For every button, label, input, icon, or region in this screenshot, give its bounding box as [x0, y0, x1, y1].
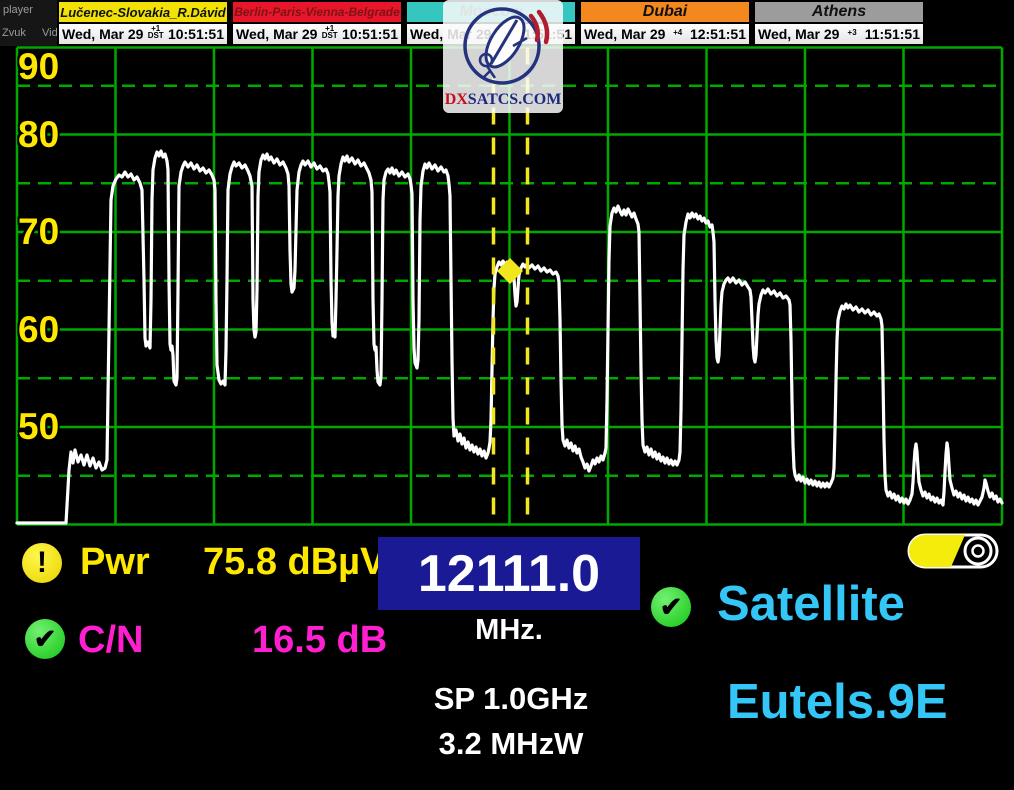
clock-date: Wed, Mar 29	[62, 26, 143, 42]
clock-timezone: +1 DST	[148, 25, 164, 39]
clock-city-label: Athens	[755, 2, 923, 24]
y-axis-label-70: 70	[18, 213, 59, 250]
satellite-label: Satellite	[717, 580, 905, 629]
clock-berlin: Berlin-Paris-Vienna-Belgrade Wed, Mar 29…	[231, 0, 403, 46]
y-axis-label-90: 90	[18, 48, 59, 85]
span-readout: SP 1.0GHz	[380, 683, 642, 714]
clock-city-label: Dubai	[581, 2, 749, 24]
clock-city-label: Lučenec-Slovakia_R.Dávid	[59, 2, 227, 24]
clock-lucenec: Lučenec-Slovakia_R.Dávid Wed, Mar 29 +1 …	[57, 0, 229, 46]
clock-timezone: +1 DST	[322, 25, 338, 39]
warning-icon: !	[22, 543, 62, 583]
clock-dubai: Dubai Wed, Mar 29 +4 12:51:51	[579, 0, 751, 46]
clock-hms: 10:51:51	[342, 26, 398, 42]
background-menu: player Zvuk Vid	[0, 0, 57, 46]
clock-city-label: Berlin-Paris-Vienna-Belgrade	[233, 2, 401, 24]
clock-time: Wed, Mar 29 +3 11:51:51	[755, 24, 923, 44]
clock-timezone: +4	[673, 29, 682, 36]
cn-label: C/N	[78, 621, 143, 659]
cn-ok-check-icon: ✔	[25, 619, 65, 659]
power-label: Pwr	[80, 543, 150, 581]
satellite-dish-icon	[443, 0, 563, 92]
clock-athens: Athens Wed, Mar 29 +3 11:51:51	[753, 0, 925, 46]
clock-hms: 10:51:51	[168, 26, 224, 42]
satellite-ok-check-icon: ✔	[651, 587, 691, 627]
cn-value: 16.5 dB	[252, 621, 387, 659]
menu-item-player[interactable]: player	[3, 4, 33, 16]
logo-text: DXSATCS.COM	[443, 91, 563, 109]
clock-time: Wed, Mar 29 +4 12:51:51	[581, 24, 749, 44]
y-axis-label-60: 60	[18, 311, 59, 348]
frequency-field[interactable]: 12111.0	[378, 537, 640, 610]
menu-item-sound[interactable]: Zvuk	[2, 27, 26, 39]
clock-hms: 11:51:51	[865, 26, 920, 42]
clock-date: Wed, Mar 29	[236, 26, 317, 42]
frequency-unit: MHz.	[378, 614, 640, 647]
y-axis-label-50: 50	[18, 408, 59, 445]
clock-timezone: +3	[848, 29, 857, 36]
bandwidth-readout: 3.2 MHzW	[380, 728, 642, 759]
clock-date: Wed, Mar 29	[584, 26, 665, 42]
clock-hms: 12:51:51	[690, 26, 746, 42]
readout-panel: ! Pwr 75.8 dBµV ✔ C/N 16.5 dB 12111.0 MH…	[0, 530, 1014, 790]
y-axis-label-80: 80	[18, 116, 59, 153]
dxsatcs-logo: DXSATCS.COM	[443, 0, 563, 113]
battery-icon	[907, 531, 1003, 571]
satellite-name: Eutels.9E	[727, 678, 948, 727]
power-value: 75.8 dBµV	[203, 543, 385, 581]
clock-time: Wed, Mar 29 +1 DST 10:51:51	[233, 24, 401, 44]
menu-item-video[interactable]: Vid	[42, 27, 58, 39]
clock-date: Wed, Mar 29	[758, 26, 839, 42]
clock-time: Wed, Mar 29 +1 DST 10:51:51	[59, 24, 227, 44]
